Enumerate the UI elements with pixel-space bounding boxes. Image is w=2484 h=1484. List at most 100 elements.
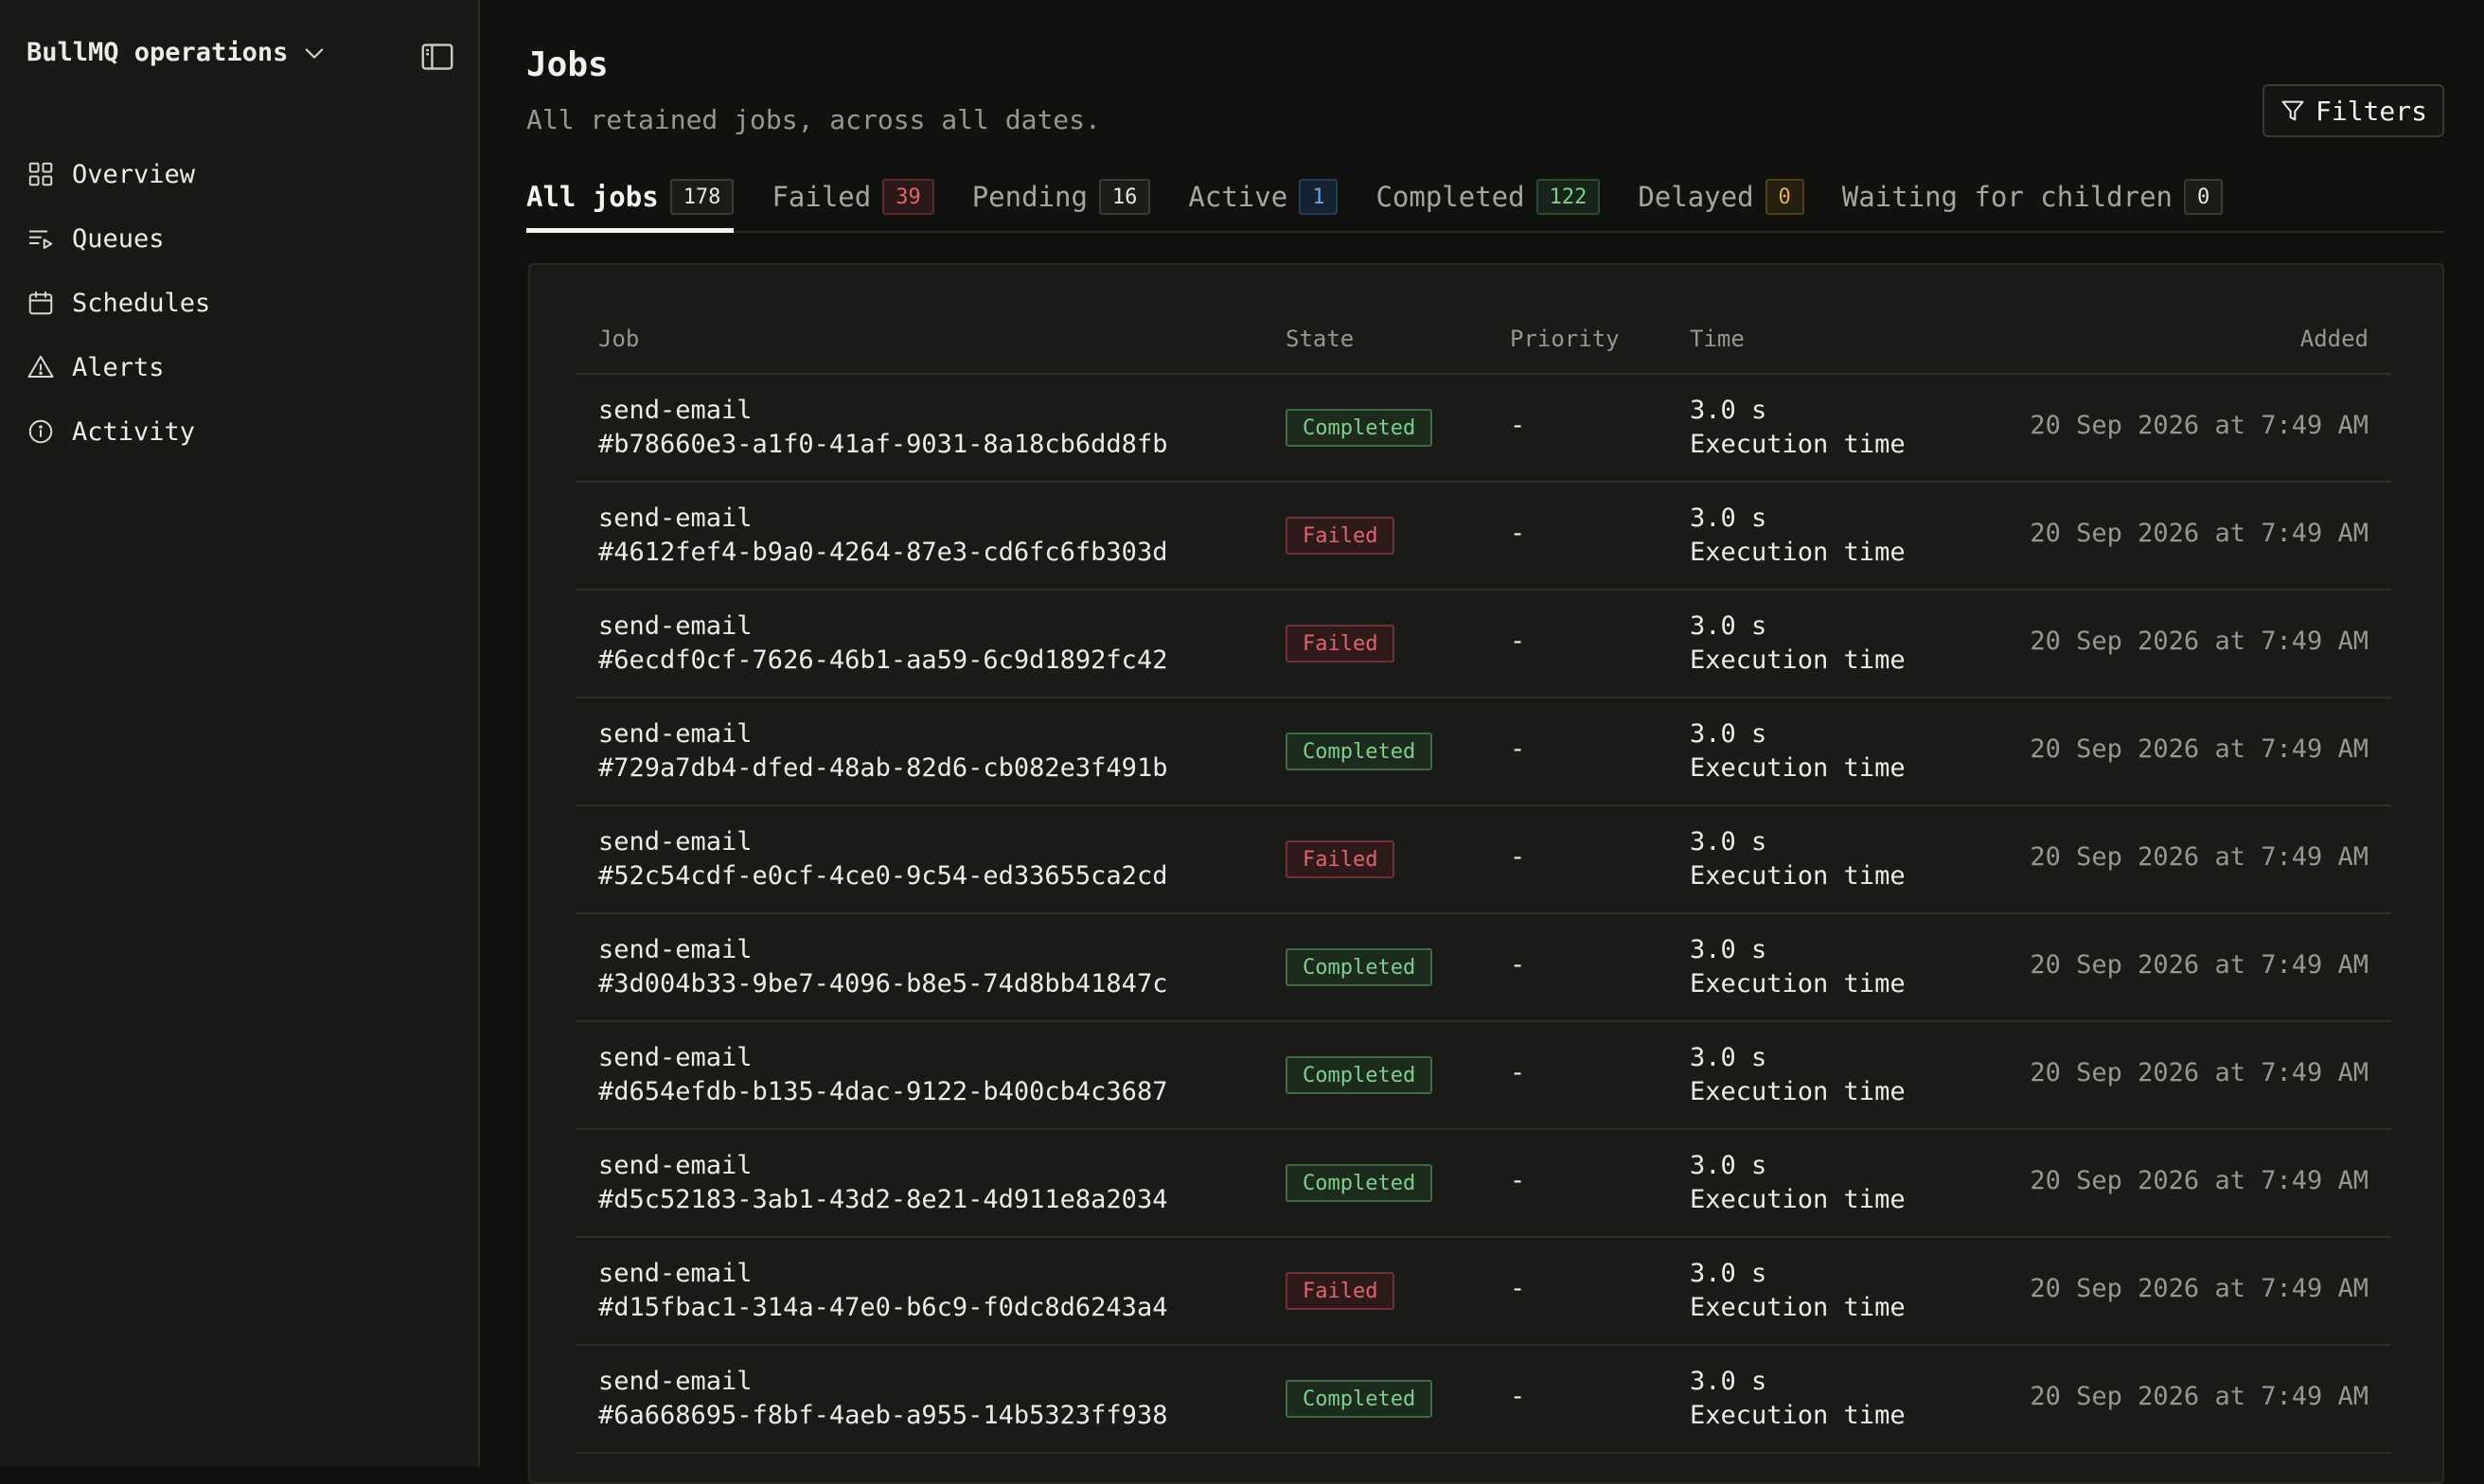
job-time-label: Execution time bbox=[1690, 538, 1906, 567]
tab-count-badge: 39 bbox=[882, 179, 934, 215]
table-row[interactable]: send-email #3d004b33-9be7-4096-b8e5-74d8… bbox=[576, 914, 2391, 1022]
job-time-label: Execution time bbox=[1690, 1293, 1906, 1322]
job-priority: - bbox=[1510, 842, 1526, 872]
page-title: Jobs bbox=[526, 45, 609, 84]
sidebar: BullMQ operations Overview Queues Schedu… bbox=[0, 0, 480, 1467]
tab-pending[interactable]: Pending 16 bbox=[972, 176, 1151, 231]
job-time-label: Execution time bbox=[1690, 1401, 1906, 1430]
job-id: #4612fef4-b9a0-4264-87e3-cd6fc6fb303d bbox=[598, 538, 1168, 567]
job-time: 3.0 s bbox=[1690, 935, 1767, 964]
status-badge: Completed bbox=[1286, 1164, 1433, 1202]
tab-delayed[interactable]: Delayed 0 bbox=[1638, 176, 1804, 231]
job-id: #729a7db4-dfed-48ab-82d6-cb082e3f491b bbox=[598, 753, 1168, 783]
tab-label: Failed bbox=[772, 181, 872, 213]
workspace-switcher[interactable]: BullMQ operations bbox=[27, 38, 328, 67]
job-time: 3.0 s bbox=[1690, 504, 1767, 533]
sidebar-item-alerts[interactable]: Alerts bbox=[27, 335, 210, 399]
chevron-down-icon bbox=[306, 47, 324, 59]
job-time: 3.0 s bbox=[1690, 719, 1767, 749]
job-added: 20 Sep 2026 at 7:49 AM bbox=[2030, 1058, 2369, 1087]
table-row[interactable]: send-email #d5c52183-3ab1-43d2-8e21-4d91… bbox=[576, 1130, 2391, 1238]
job-added: 20 Sep 2026 at 7:49 AM bbox=[2030, 734, 2369, 764]
tab-waiting-for-children[interactable]: Waiting for children 0 bbox=[1841, 176, 2224, 231]
tab-active[interactable]: Active 1 bbox=[1188, 176, 1339, 231]
table-row[interactable]: send-email #d15fbac1-314a-47e0-b6c9-f0dc… bbox=[576, 1238, 2391, 1346]
job-time-label: Execution time bbox=[1690, 645, 1906, 675]
job-name: send-email bbox=[598, 1151, 753, 1180]
job-name: send-email bbox=[598, 1259, 753, 1288]
sidebar-item-label: Queues bbox=[72, 223, 165, 254]
status-badge: Failed bbox=[1286, 625, 1395, 662]
job-id: #d5c52183-3ab1-43d2-8e21-4d911e8a2034 bbox=[598, 1185, 1168, 1214]
tab-label: Waiting for children bbox=[1841, 181, 2173, 213]
info-circle-icon bbox=[28, 419, 53, 444]
job-time: 3.0 s bbox=[1690, 1367, 1767, 1396]
tab-count-badge: 0 bbox=[2184, 179, 2224, 215]
column-header-priority[interactable]: Priority bbox=[1510, 326, 1620, 352]
job-name: send-email bbox=[598, 1043, 753, 1072]
sidebar-item-schedules[interactable]: Schedules bbox=[27, 271, 210, 335]
job-time: 3.0 s bbox=[1690, 396, 1767, 425]
grid-icon bbox=[28, 162, 53, 186]
column-header-state[interactable]: State bbox=[1286, 326, 1354, 352]
table-body: send-email #b78660e3-a1f0-41af-9031-8a18… bbox=[576, 375, 2391, 1454]
job-priority: - bbox=[1510, 627, 1526, 656]
table-row[interactable]: send-email #729a7db4-dfed-48ab-82d6-cb08… bbox=[576, 698, 2391, 806]
table-row[interactable]: send-email #b78660e3-a1f0-41af-9031-8a18… bbox=[576, 375, 2391, 483]
tab-label: Delayed bbox=[1638, 181, 1754, 213]
job-added: 20 Sep 2026 at 7:49 AM bbox=[2030, 1382, 2369, 1411]
filter-icon bbox=[2281, 100, 2304, 121]
table-row[interactable]: send-email #6a668695-f8bf-4aeb-a955-14b5… bbox=[576, 1346, 2391, 1454]
sidebar-item-label: Activity bbox=[72, 416, 196, 447]
sidebar-item-queues[interactable]: Queues bbox=[27, 206, 210, 271]
table-row[interactable]: send-email #4612fef4-b9a0-4264-87e3-cd6f… bbox=[576, 483, 2391, 591]
job-id: #d654efdb-b135-4dac-9122-b400cb4c3687 bbox=[598, 1077, 1168, 1106]
job-priority: - bbox=[1510, 1166, 1526, 1195]
job-priority: - bbox=[1510, 734, 1526, 764]
job-id: #b78660e3-a1f0-41af-9031-8a18cb6dd8fb bbox=[598, 430, 1168, 459]
sidebar-item-label: Schedules bbox=[72, 288, 211, 318]
tab-failed[interactable]: Failed 39 bbox=[772, 176, 934, 231]
job-priority: - bbox=[1510, 1382, 1526, 1411]
column-header-job[interactable]: Job bbox=[598, 326, 639, 352]
table-row[interactable]: send-email #6ecdf0cf-7626-46b1-aa59-6c9d… bbox=[576, 591, 2391, 698]
job-time: 3.0 s bbox=[1690, 1043, 1767, 1072]
tab-count-badge: 16 bbox=[1098, 179, 1151, 215]
job-added: 20 Sep 2026 at 7:49 AM bbox=[2030, 411, 2369, 440]
job-priority: - bbox=[1510, 411, 1526, 440]
workspace-name: BullMQ operations bbox=[27, 38, 289, 67]
job-name: send-email bbox=[598, 1367, 753, 1396]
job-id: #6ecdf0cf-7626-46b1-aa59-6c9d1892fc42 bbox=[598, 645, 1168, 675]
job-time-label: Execution time bbox=[1690, 1077, 1906, 1106]
job-priority: - bbox=[1510, 950, 1526, 980]
job-time: 3.0 s bbox=[1690, 611, 1767, 641]
sidebar-item-overview[interactable]: Overview bbox=[27, 142, 210, 206]
status-badge: Failed bbox=[1286, 840, 1395, 878]
job-time: 3.0 s bbox=[1690, 827, 1767, 857]
tab-all-jobs[interactable]: All jobs 178 bbox=[526, 176, 735, 233]
status-badge: Failed bbox=[1286, 1272, 1395, 1310]
tab-label: Active bbox=[1188, 181, 1288, 213]
table-row[interactable]: send-email #d654efdb-b135-4dac-9122-b400… bbox=[576, 1022, 2391, 1130]
status-badge: Completed bbox=[1286, 409, 1433, 447]
tab-completed[interactable]: Completed 122 bbox=[1375, 176, 1601, 231]
column-header-added[interactable]: Added bbox=[2300, 326, 2369, 352]
sidebar-item-activity[interactable]: Activity bbox=[27, 399, 210, 464]
job-added: 20 Sep 2026 at 7:49 AM bbox=[2030, 842, 2369, 872]
jobs-table: Job State Priority Time Added send-email… bbox=[528, 263, 2444, 1484]
filters-button[interactable]: Filters bbox=[2262, 84, 2444, 137]
job-name: send-email bbox=[598, 611, 753, 641]
sidebar-nav: Overview Queues Schedules Alerts Activit… bbox=[27, 142, 210, 464]
page-subtitle: All retained jobs, across all dates. bbox=[526, 104, 1101, 135]
job-name: send-email bbox=[598, 827, 753, 857]
job-name: send-email bbox=[598, 504, 753, 533]
list-play-icon bbox=[28, 230, 53, 249]
tab-label: Pending bbox=[971, 181, 1088, 213]
job-time-label: Execution time bbox=[1690, 861, 1906, 891]
job-name: send-email bbox=[598, 719, 753, 749]
table-row[interactable]: send-email #52c54cdf-e0cf-4ce0-9c54-ed33… bbox=[576, 806, 2391, 914]
sidebar-toggle-icon[interactable] bbox=[420, 42, 454, 72]
job-priority: - bbox=[1510, 519, 1526, 548]
column-header-time[interactable]: Time bbox=[1690, 326, 1745, 352]
tab-count-badge: 178 bbox=[669, 179, 735, 215]
